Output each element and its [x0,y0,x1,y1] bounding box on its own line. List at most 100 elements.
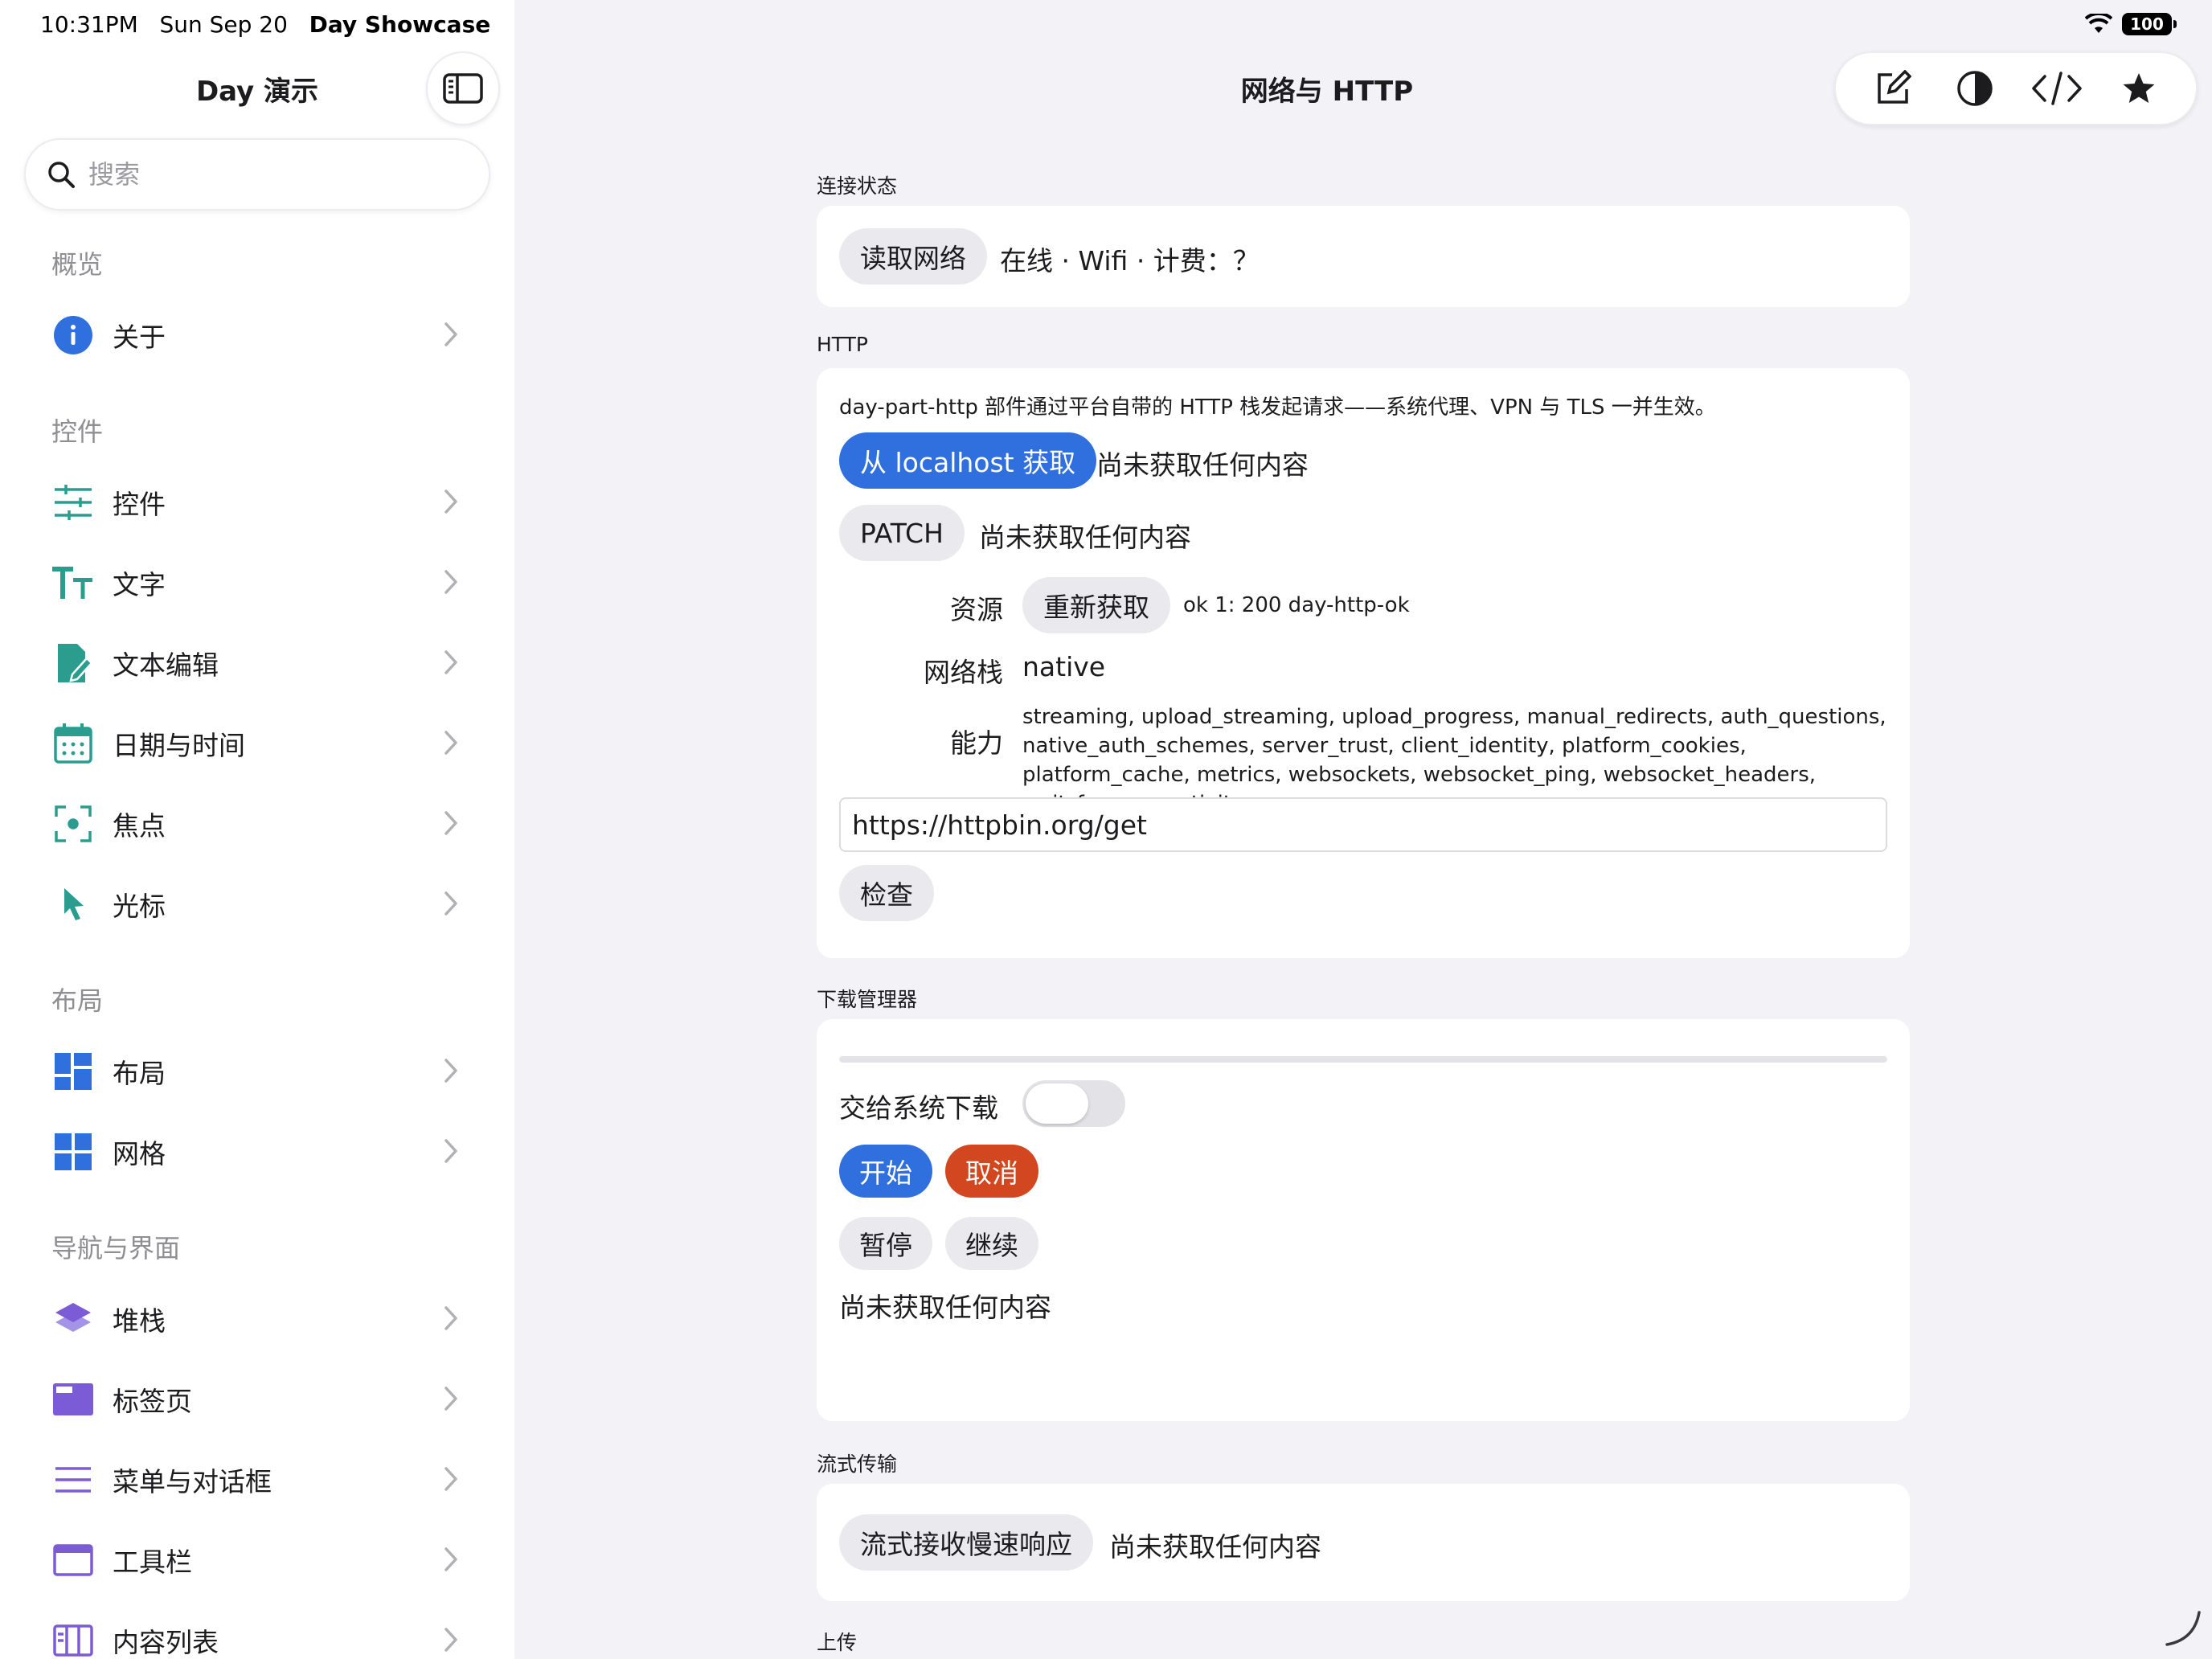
sidebar-item-layout[interactable]: 布局 [24,1035,490,1108]
text-size-icon [51,561,95,604]
resume-download-button[interactable]: 继续 [945,1217,1038,1270]
sidebar-item-tabs[interactable]: 标签页 [24,1363,490,1436]
sidebar: 10:31PM Sun Sep 20 Day Showcase Day 演示 概… [0,0,514,1659]
appearance-button[interactable] [1947,60,2003,117]
sidebar-item-toolbar[interactable]: 工具栏 [24,1524,490,1596]
stream-slow-response-button[interactable]: 流式接收慢速响应 [839,1514,1093,1571]
capabilities-label: 能力 [950,727,1003,759]
section-header-controls: 控件 [51,416,104,447]
chevron-right-icon [444,489,458,514]
favorite-button[interactable] [2111,60,2167,117]
refetch-button[interactable]: 重新获取 [1022,577,1170,633]
sidebar-item-menus-dialogs[interactable]: 菜单与对话框 [24,1444,490,1516]
resource-result: ok 1: 200 day-http-ok [1183,593,1410,617]
contrast-icon [1957,71,1993,106]
sidebar-toggle-icon [443,73,483,104]
pause-download-button[interactable]: 暂停 [839,1217,932,1270]
code-button[interactable] [2029,60,2085,117]
chevron-right-icon [444,322,458,347]
section-header-connection: 连接状态 [817,174,898,198]
tabs-icon [51,1378,95,1421]
sidebar-item-label: 日期与时间 [113,730,245,761]
sidebar-toggle-button[interactable] [426,51,500,125]
search-input[interactable] [88,159,466,190]
search-field[interactable] [24,138,490,211]
status-date: Sun Sep 20 [159,11,288,38]
section-header-download: 下载管理器 [817,988,918,1011]
chevron-right-icon [444,1386,458,1411]
sidebar-item-controls[interactable]: 控件 [24,466,490,539]
menu-icon [51,1458,95,1501]
sidebar-item-text-editing[interactable]: 文本编辑 [24,627,490,699]
compose-button[interactable] [1865,60,1921,117]
http-description: day-part-http 部件通过平台自带的 HTTP 栈发起请求——系统代理… [839,395,1716,420]
section-header-navigation: 导航与界面 [51,1233,181,1264]
download-status: 尚未获取任何内容 [839,1292,1051,1323]
document-edit-icon [51,641,95,685]
layout-icon [51,1050,95,1093]
main-toolbar [1834,51,2198,125]
chevron-right-icon [444,1627,458,1653]
chevron-right-icon [444,891,458,916]
chevron-right-icon [444,1138,458,1164]
sidebar-item-label: 文本编辑 [113,649,219,681]
chevron-right-icon [444,569,458,595]
sidebar-item-label: 网格 [113,1138,166,1169]
info-icon [51,313,95,357]
stack-icon [51,1297,95,1341]
chevron-right-icon [444,1305,458,1331]
code-icon [2032,72,2082,105]
system-download-toggle[interactable] [1022,1080,1125,1127]
sidebar-item-label: 堆栈 [113,1305,166,1337]
status-app-name: Day Showcase [309,11,491,38]
compose-icon [1878,70,1911,104]
sliders-icon [51,481,95,524]
section-header-upload: 上传 [817,1631,858,1654]
toggle-knob [1026,1083,1088,1124]
sidebar-item-label: 关于 [113,322,166,353]
chevron-right-icon [444,1466,458,1492]
battery-indicator: 100 [2122,13,2177,35]
check-button[interactable]: 检查 [839,865,934,921]
resize-grip-icon[interactable] [2162,1608,2202,1648]
section-header-overview: 概览 [51,249,104,280]
sidebar-title-text: Day 演示 [195,76,319,108]
url-field[interactable] [839,797,1887,852]
sidebar-item-focus[interactable]: 焦点 [24,788,490,860]
url-input[interactable] [852,809,1873,841]
sidebar-item-label: 工具栏 [113,1546,192,1578]
toolbar-icon [51,1538,95,1582]
streaming-card: 流式接收慢速响应 尚未获取任何内容 [817,1484,1910,1601]
sidebar-item-label: 焦点 [113,810,166,842]
sidebar-item-label: 布局 [113,1058,166,1089]
sidebar-item-content-list[interactable]: 内容列表 [24,1604,490,1659]
sidebar-item-stack[interactable]: 堆栈 [24,1283,490,1355]
sidebar-item-date-time[interactable]: 日期与时间 [24,707,490,780]
read-network-button[interactable]: 读取网络 [839,228,987,285]
start-download-button[interactable]: 开始 [839,1145,932,1198]
fetch-localhost-button[interactable]: 从 localhost 获取 [839,432,1097,489]
sidebar-item-text[interactable]: 文字 [24,547,490,619]
wifi-icon [2085,14,2112,33]
search-icon [48,162,75,188]
calendar-icon [51,722,95,765]
grid-icon [51,1130,95,1174]
sidebar-item-about[interactable]: 关于 [24,299,490,371]
patch-result: 尚未获取任何内容 [979,522,1191,553]
content-list-icon [51,1619,95,1659]
network-stack-value: native [1022,651,1106,682]
download-progress-bar [839,1056,1887,1063]
sidebar-item-label: 光标 [113,891,166,922]
cancel-download-button[interactable]: 取消 [945,1145,1038,1198]
sidebar-item-cursor[interactable]: 光标 [24,868,490,940]
chevron-right-icon [444,649,458,675]
chevron-right-icon [444,810,458,836]
status-bar-left: 10:31PM Sun Sep 20 Day Showcase [40,11,490,38]
star-icon [2123,73,2155,103]
status-time: 10:31PM [40,11,138,38]
patch-button[interactable]: PATCH [839,505,965,561]
sidebar-item-grid[interactable]: 网格 [24,1116,490,1188]
sidebar-item-label: 文字 [113,569,166,600]
status-bar-right: 100 [2085,13,2177,35]
sidebar-item-label: 控件 [113,489,166,520]
